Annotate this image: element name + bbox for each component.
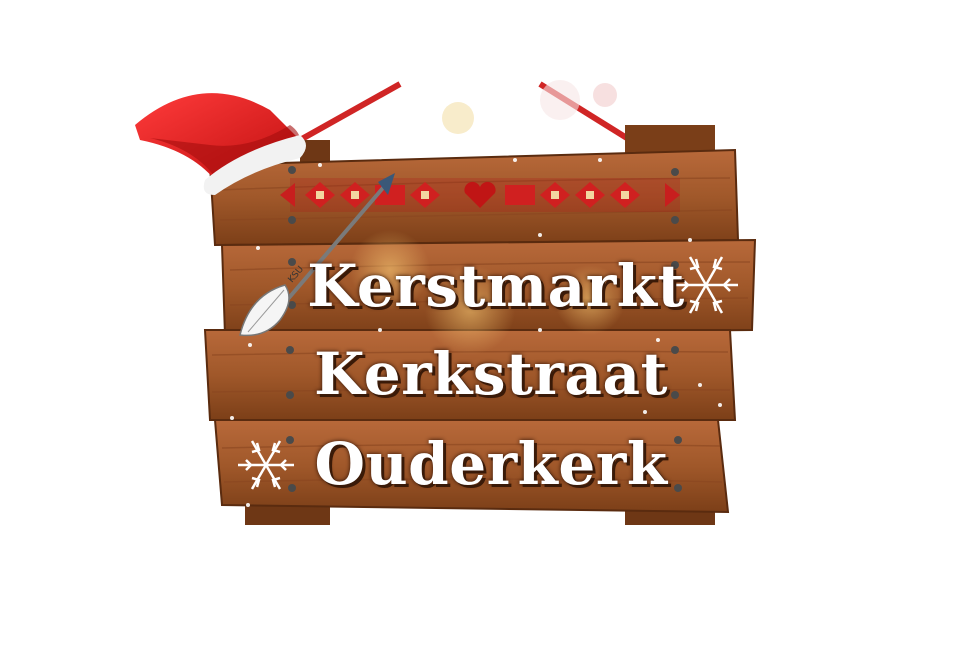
sign-line-3: Ouderkerk xyxy=(314,430,668,498)
hanging-ribbon xyxy=(298,80,632,143)
sign-line-2: Kerkstraat xyxy=(314,340,668,408)
sign-graphic: KSU xyxy=(135,80,757,525)
christmas-sign: KSU Kerstmarkt Kerkstraat Ouderkerk xyxy=(0,0,962,643)
sign-line-1: Kerstmarkt xyxy=(307,252,685,320)
